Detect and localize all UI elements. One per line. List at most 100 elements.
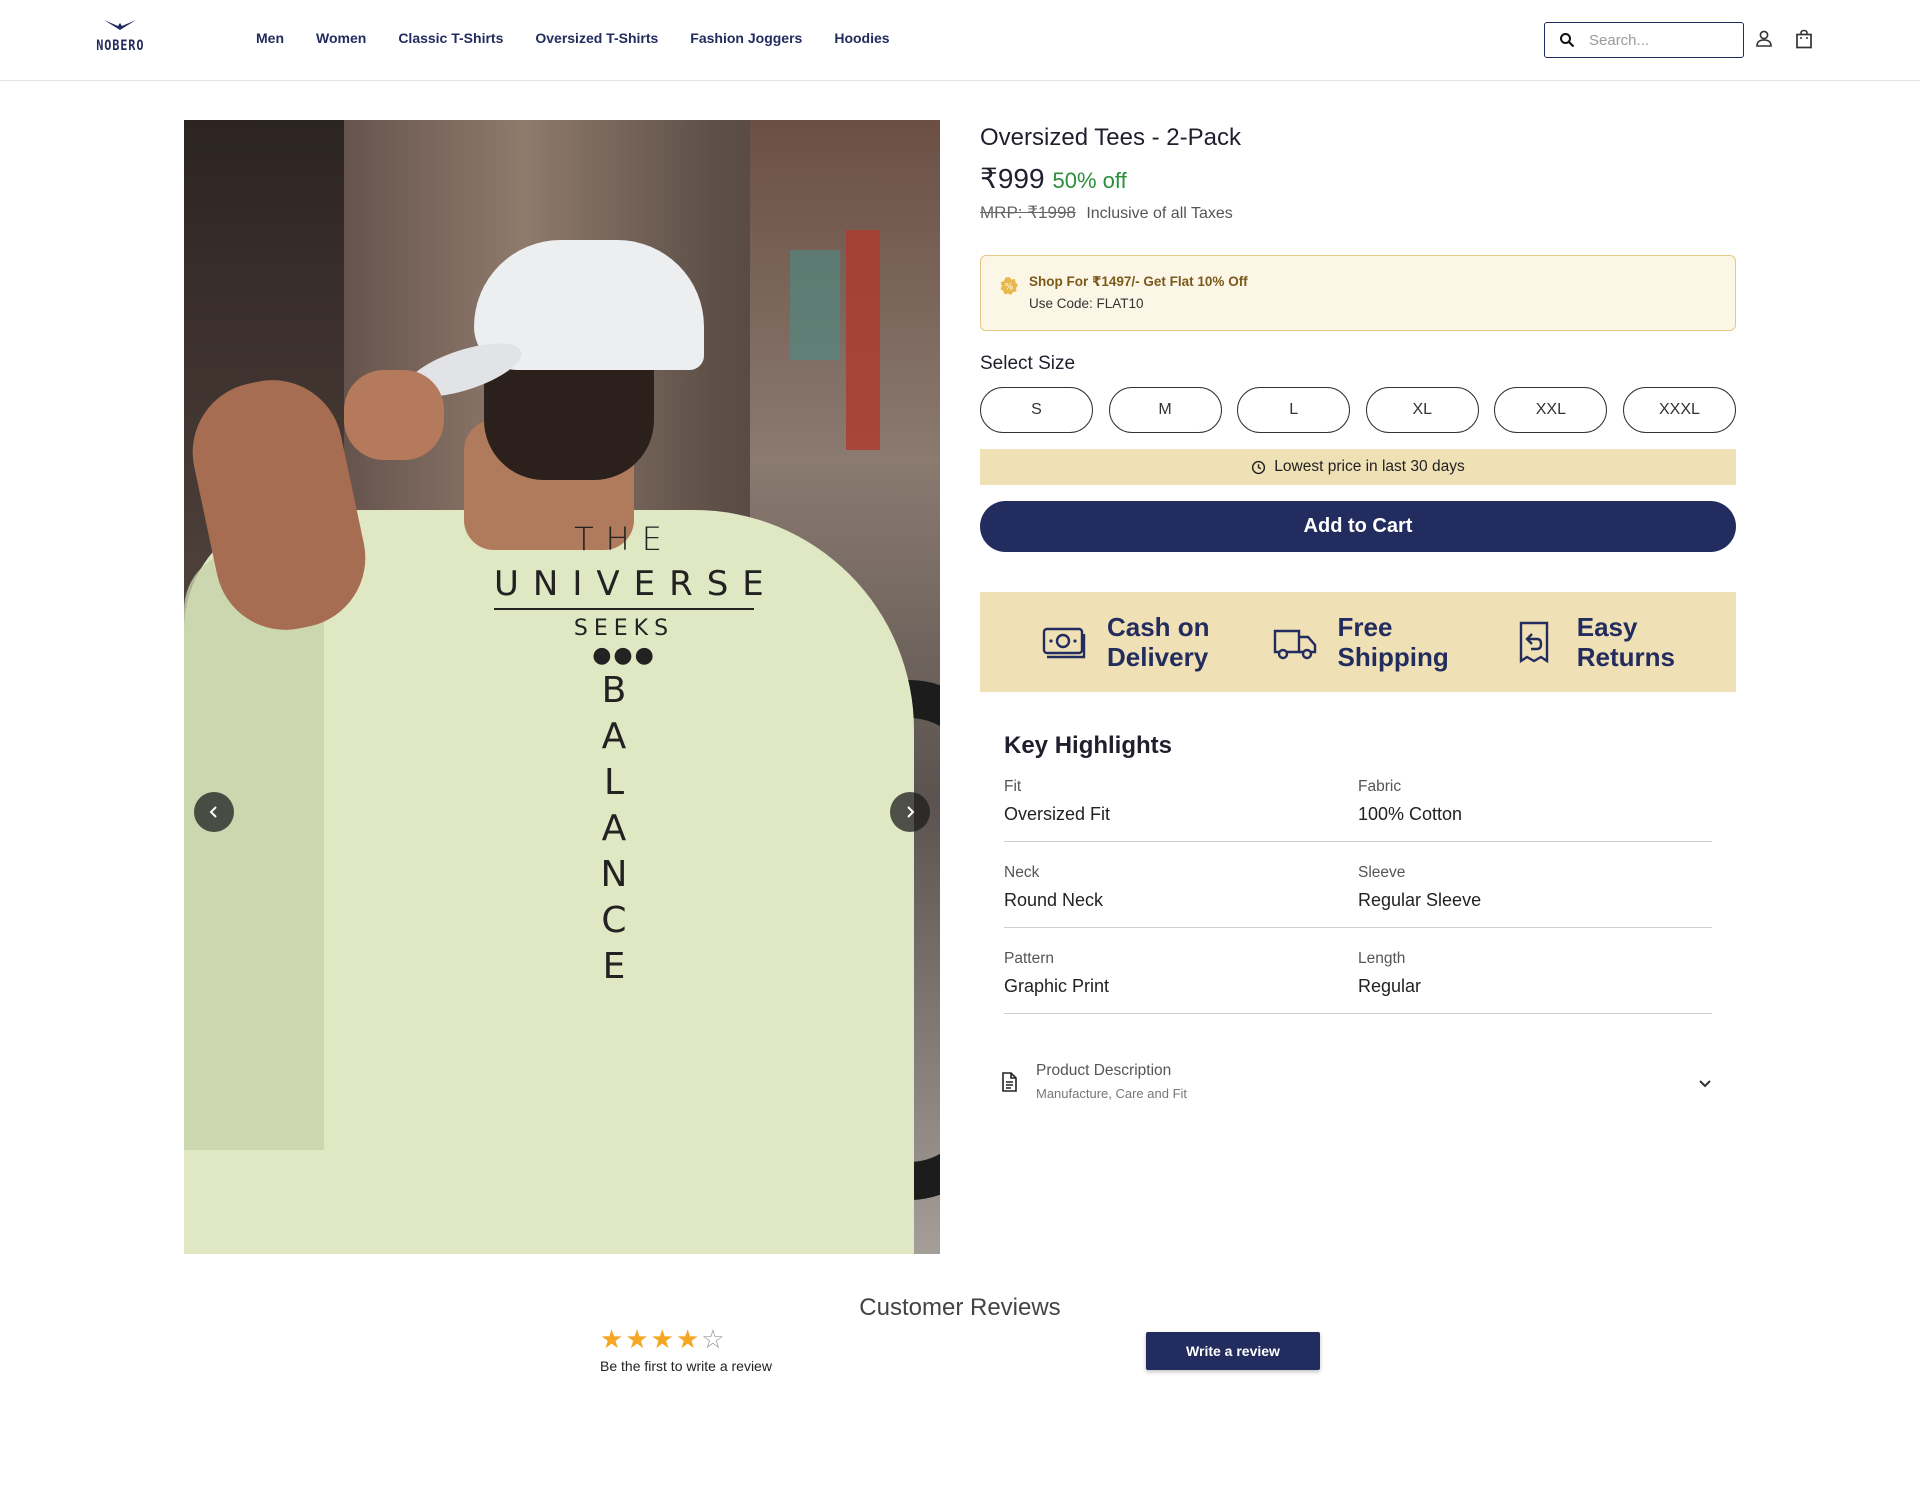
- highlight-key: Fabric: [1358, 778, 1402, 795]
- print-letter: A: [601, 808, 627, 849]
- perk-label: Easy: [1576, 612, 1638, 642]
- highlight-row: Fit Oversized Fit Fabric 100% Cotton: [1004, 778, 1712, 842]
- product-title: Oversized Tees - 2-Pack: [980, 124, 1241, 151]
- return-receipt-icon: [1519, 621, 1548, 664]
- perk-label: Returns: [1576, 642, 1675, 672]
- nav-item-classic-tshirts[interactable]: Classic T-Shirts: [398, 30, 503, 46]
- chevron-right-icon: [907, 806, 915, 818]
- offer-banner: % Shop For ₹1497/- Get Flat 10% Off Use …: [980, 255, 1736, 331]
- size-option-m[interactable]: M: [1108, 387, 1222, 433]
- add-to-cart-button[interactable]: Add to Cart: [980, 501, 1736, 552]
- perk-label: Cash on: [1106, 612, 1210, 642]
- main-nav: Men Women Classic T-Shirts Oversized T-S…: [256, 30, 890, 46]
- print-line: UNIVERSE: [494, 564, 764, 610]
- size-label: Select Size: [980, 353, 1076, 374]
- price-row: ₹999 50% off: [980, 162, 1736, 195]
- brand-logo[interactable]: NOBERO: [92, 18, 148, 58]
- highlight-value: Regular: [1358, 976, 1422, 996]
- description-subtitle: Manufacture, Care and Fit: [1036, 1086, 1188, 1101]
- print-letter: C: [601, 900, 627, 941]
- background-sign: [790, 250, 840, 360]
- mrp-price: MRP: ₹1998: [980, 203, 1076, 222]
- shopping-bag-icon[interactable]: [1793, 28, 1815, 50]
- tshirt-graphic-print: THE UNIVERSE SEEKS ●●● B A L A N C E: [494, 520, 764, 1060]
- highlight-value: 100% Cotton: [1358, 804, 1463, 824]
- cash-icon: [1042, 627, 1086, 659]
- print-letter: A: [601, 716, 627, 757]
- search-box[interactable]: [1544, 22, 1744, 58]
- highlight-row: Neck Round Neck Sleeve Regular Sleeve: [1004, 864, 1712, 928]
- size-option-xxl[interactable]: XXL: [1494, 387, 1608, 433]
- background-sign: [846, 230, 880, 450]
- chevron-left-icon: [209, 806, 217, 818]
- perk-label: Delivery: [1106, 642, 1209, 672]
- search-icon: [1560, 33, 1575, 48]
- reviews-title: Customer Reviews: [859, 1294, 1061, 1321]
- perk-label: Shipping: [1337, 642, 1449, 672]
- chevron-down-icon[interactable]: [1696, 1074, 1714, 1092]
- highlight-value: Regular Sleeve: [1358, 890, 1482, 910]
- highlight-row: Pattern Graphic Print Length Regular: [1004, 950, 1712, 1014]
- site-header: NOBERO Men Women Classic T-Shirts Oversi…: [0, 0, 1920, 81]
- highlight-value: Oversized Fit: [1004, 804, 1111, 824]
- offer-line: Shop For ₹1497/- Get Flat 10% Off: [1029, 274, 1248, 289]
- size-option-xxxl[interactable]: XXXL: [1622, 387, 1736, 433]
- nav-item-fashion-joggers[interactable]: Fashion Joggers: [690, 30, 802, 46]
- highlight-key: Neck: [1004, 864, 1040, 881]
- svg-text:%: %: [1005, 283, 1014, 293]
- reviews-note: Be the first to write a review: [600, 1358, 772, 1374]
- lowest-price-text: Lowest price in last 30 days: [1274, 458, 1465, 475]
- print-line: THE: [574, 520, 674, 558]
- key-highlights: Key Highlights Fit Oversized Fit Fabric 10…: [980, 732, 1736, 1014]
- print-dots: ●●●: [592, 643, 656, 668]
- nav-item-oversized-tshirts[interactable]: Oversized T-Shirts: [535, 30, 658, 46]
- account-icon[interactable]: [1753, 28, 1775, 50]
- print-letter: L: [603, 762, 625, 803]
- truck-icon: [1273, 629, 1316, 660]
- print-letter: N: [600, 854, 628, 895]
- nav-item-women[interactable]: Women: [316, 30, 366, 46]
- highlights-grid: Fit Oversized Fit Fabric 100% Cotton Neck R…: [1004, 778, 1712, 1014]
- brand-name: NOBERO: [95, 38, 145, 54]
- highlight-value: Graphic Print: [1004, 976, 1110, 996]
- product-description-accordion[interactable]: Product Description Manufacture, Care an…: [980, 1062, 1736, 1101]
- perk-easy-returns: Easy Returns: [1511, 612, 1675, 672]
- highlight-key: Sleeve: [1358, 864, 1406, 881]
- star-filled-icon: ★: [625, 1324, 649, 1354]
- search-input[interactable]: [1589, 31, 1729, 49]
- product-price: ₹999: [980, 163, 1045, 194]
- perks-banner: Cash on Delivery Free Shipping Easy Retu…: [980, 592, 1736, 692]
- star-rating: ★ ★ ★ ★ ☆: [600, 1324, 725, 1355]
- mrp-row: MRP: ₹1998 Inclusive of all Taxes: [980, 203, 1736, 223]
- product-info: Oversized Tees - 2-Pack ₹999 50% off MRP…: [980, 120, 1736, 1101]
- size-selector: S M L XL XXL XXXL: [980, 387, 1736, 433]
- product-image-gallery[interactable]: THE UNIVERSE SEEKS ●●● B A L A N C E: [184, 120, 940, 1254]
- size-option-s[interactable]: S: [980, 387, 1093, 433]
- size-option-l[interactable]: L: [1237, 387, 1351, 433]
- highlight-key: Pattern: [1004, 950, 1054, 967]
- document-icon: [1002, 1071, 1017, 1092]
- tshirt-sleeve: [184, 550, 324, 1150]
- model-hand: [344, 370, 444, 460]
- star-filled-icon: ★: [675, 1324, 700, 1354]
- star-empty-icon: ☆: [701, 1324, 725, 1354]
- discount-badge-icon: %: [1000, 277, 1018, 295]
- print-line: SEEKS: [573, 616, 675, 641]
- clock-icon: [1252, 460, 1266, 474]
- lowest-price-banner: Lowest price in last 30 days: [980, 449, 1736, 485]
- discount-label: 50% off: [1052, 168, 1127, 193]
- key-highlights-title: Key Highlights: [1004, 732, 1173, 759]
- star-filled-icon: ★: [600, 1324, 624, 1354]
- print-letter: B: [601, 670, 627, 711]
- gallery-prev-button[interactable]: [194, 792, 234, 832]
- nav-item-hoodies[interactable]: Hoodies: [834, 30, 889, 46]
- write-review-button[interactable]: Write a review: [1146, 1332, 1320, 1370]
- nav-item-men[interactable]: Men: [256, 30, 284, 46]
- highlight-key: Length: [1358, 950, 1406, 967]
- offer-code: Use Code: FLAT10: [1029, 296, 1144, 311]
- perk-label: Free: [1337, 612, 1393, 642]
- highlight-value: Round Neck: [1004, 890, 1104, 910]
- size-option-xl[interactable]: XL: [1365, 387, 1479, 433]
- print-letter: E: [602, 946, 626, 987]
- gallery-next-button[interactable]: [890, 792, 930, 832]
